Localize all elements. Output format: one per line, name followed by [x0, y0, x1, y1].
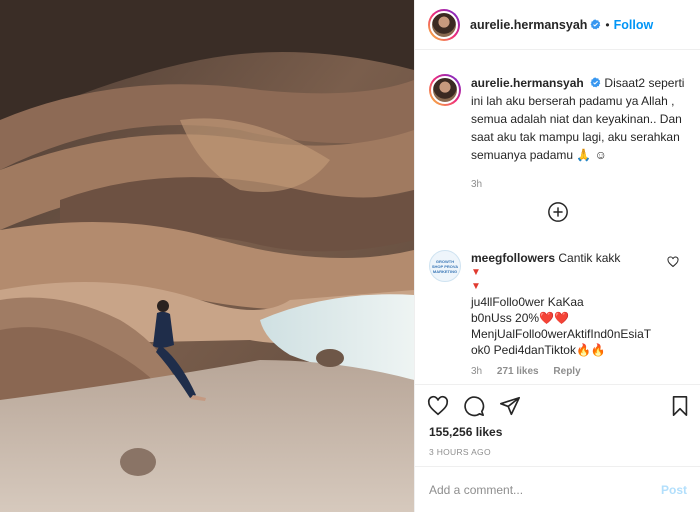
red-triangle-emoji: ▼	[471, 267, 481, 278]
bookmark-icon[interactable]	[669, 395, 691, 417]
caption-body: aurelie.hermansyah Disaat2 seperti ini l…	[471, 74, 687, 194]
comment-likes[interactable]: 271 likes	[497, 366, 539, 377]
verified-badge-icon	[590, 19, 601, 30]
author-avatar[interactable]	[428, 8, 460, 41]
comment-time[interactable]: 3h	[471, 366, 482, 377]
commenter-avatar-text: GROWTH SHOP PROVA MARKETING	[431, 258, 459, 274]
comment-icon[interactable]	[463, 395, 485, 417]
comment-line: ok0 Pedi4danTiktok🔥🔥	[471, 343, 606, 357]
comment-input[interactable]	[429, 482, 661, 497]
comment-line: MenjUalFollo0werAktifInd0nEsiaT	[471, 327, 652, 341]
commenter-username[interactable]: meegfollowers	[471, 251, 555, 265]
reply-button[interactable]: Reply	[553, 366, 580, 377]
comment-text-first: Cantik kakk	[558, 251, 621, 265]
post-header: aurelie.hermansyah • Follow	[415, 0, 700, 50]
red-triangle-emoji: ▼	[471, 281, 481, 292]
post-comment-button[interactable]: Post	[661, 483, 687, 497]
post-photo[interactable]	[0, 0, 414, 512]
comments-area[interactable]: aurelie.hermansyah Disaat2 seperti ini l…	[415, 51, 700, 384]
add-comment-bar: Post	[415, 466, 700, 512]
heart-icon[interactable]	[427, 395, 449, 417]
comment-line: b0nUss 20%❤️❤️	[471, 311, 569, 325]
post-side-panel: aurelie.hermansyah • Follow aurelie.herm…	[414, 0, 700, 512]
post-actions: 155,256 likes 3 HOURS AGO	[415, 384, 700, 470]
instagram-post-view: aurelie.hermansyah • Follow aurelie.herm…	[0, 0, 700, 512]
caption: aurelie.hermansyah Disaat2 seperti ini l…	[429, 74, 687, 194]
action-icons	[427, 395, 535, 417]
caption-time[interactable]: 3h	[471, 176, 687, 194]
author-username[interactable]: aurelie.hermansyah	[470, 18, 587, 32]
cave-beach-image	[0, 0, 414, 512]
post-timestamp[interactable]: 3 HOURS AGO	[429, 447, 491, 457]
separator-dot: •	[605, 17, 610, 32]
comment-item: GROWTH SHOP PROVA MARKETING meegfollower…	[429, 250, 687, 380]
caption-username[interactable]: aurelie.hermansyah	[471, 76, 584, 90]
verified-badge-icon	[590, 77, 601, 88]
follow-button[interactable]: Follow	[614, 18, 654, 32]
share-icon[interactable]	[499, 395, 521, 417]
comment-meta: 3h 271 likes Reply	[471, 364, 667, 380]
heart-icon[interactable]	[667, 256, 679, 268]
comment-body: meegfollowers Cantik kakk ▼ ▼ ju4llFollo…	[471, 250, 667, 380]
comment-line: ju4llFollo0wer KaKaa	[471, 295, 584, 309]
add-circle-icon[interactable]	[547, 201, 569, 223]
caption-author-avatar[interactable]	[429, 74, 461, 106]
likes-count[interactable]: 155,256 likes	[429, 425, 502, 439]
commenter-avatar[interactable]: GROWTH SHOP PROVA MARKETING	[429, 250, 461, 282]
